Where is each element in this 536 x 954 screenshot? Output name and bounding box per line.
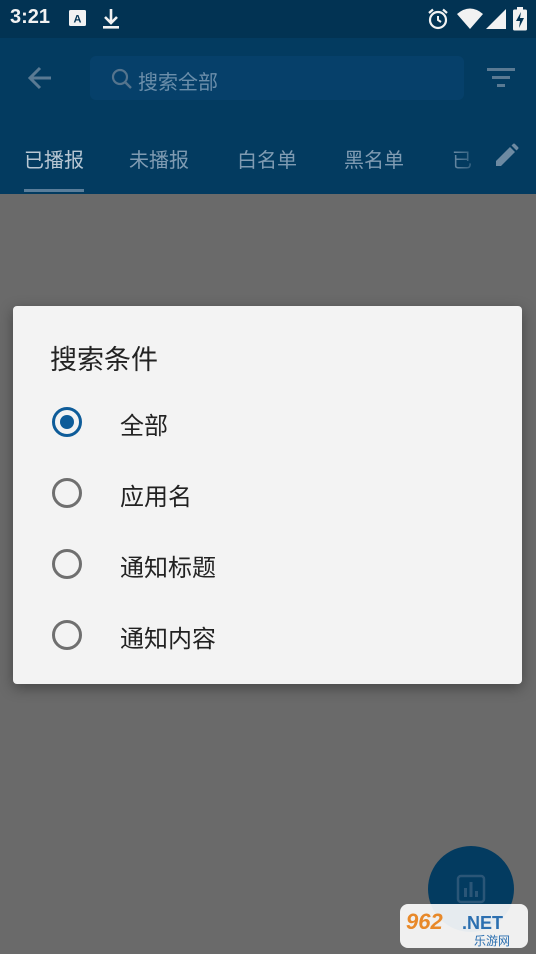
radio-button[interactable] — [52, 549, 82, 579]
tab-blacklist[interactable]: 黑名单 — [344, 144, 404, 173]
search-input[interactable]: 搜索全部 — [138, 66, 218, 95]
option-notification-title[interactable]: 通知标题 — [13, 532, 522, 596]
option-label: 通知内容 — [120, 625, 216, 653]
svg-text:乐游网: 乐游网 — [474, 934, 510, 948]
wifi-icon — [456, 7, 484, 35]
arrow-back-icon — [27, 66, 51, 90]
app-bar: 搜索全部 已播报 未播报 白名单 黑名单 已 — [0, 38, 536, 194]
search-icon — [110, 67, 134, 95]
option-label: 通知标题 — [120, 554, 216, 582]
download-icon — [100, 7, 122, 35]
pencil-icon — [496, 143, 519, 166]
svg-text:A: A — [74, 14, 82, 26]
svg-text:.NET: .NET — [462, 913, 503, 933]
tab-bar: 已播报 未播报 白名单 黑名单 已 — [0, 138, 536, 194]
option-notification-content[interactable]: 通知内容 — [13, 603, 522, 667]
battery-charging-icon — [512, 7, 528, 35]
tab-broadcasted[interactable]: 已播报 — [24, 144, 84, 173]
tab-not-broadcasted[interactable]: 未播报 — [129, 144, 189, 173]
a-notification-icon: A — [68, 7, 88, 33]
active-tab-indicator — [24, 189, 84, 192]
status-time: 3:21 — [10, 6, 51, 28]
option-app-name[interactable]: 应用名 — [13, 461, 522, 525]
signal-icon — [484, 7, 508, 35]
edit-tabs-button[interactable] — [492, 142, 520, 170]
radio-button[interactable] — [52, 620, 82, 650]
tab-whitelist[interactable]: 白名单 — [237, 144, 297, 173]
search-condition-dialog: 搜索条件 全部 应用名 通知标题 通知内容 — [13, 306, 522, 684]
tab-fade — [446, 138, 536, 194]
filter-button[interactable] — [484, 64, 518, 92]
radio-button-checked[interactable] — [52, 407, 82, 437]
option-label: 应用名 — [120, 483, 192, 511]
option-label: 全部 — [120, 412, 168, 440]
back-button[interactable] — [22, 60, 62, 96]
search-box[interactable]: 搜索全部 — [90, 56, 464, 100]
option-all[interactable]: 全部 — [13, 390, 522, 454]
svg-text:962: 962 — [406, 909, 443, 934]
radio-button[interactable] — [52, 478, 82, 508]
dialog-title: 搜索条件 — [50, 345, 158, 376]
filter-icon — [487, 68, 515, 87]
status-bar: 3:21 A — [0, 0, 536, 38]
site-watermark: 962 .NET 乐游网 — [396, 902, 532, 950]
alarm-icon — [426, 7, 450, 35]
